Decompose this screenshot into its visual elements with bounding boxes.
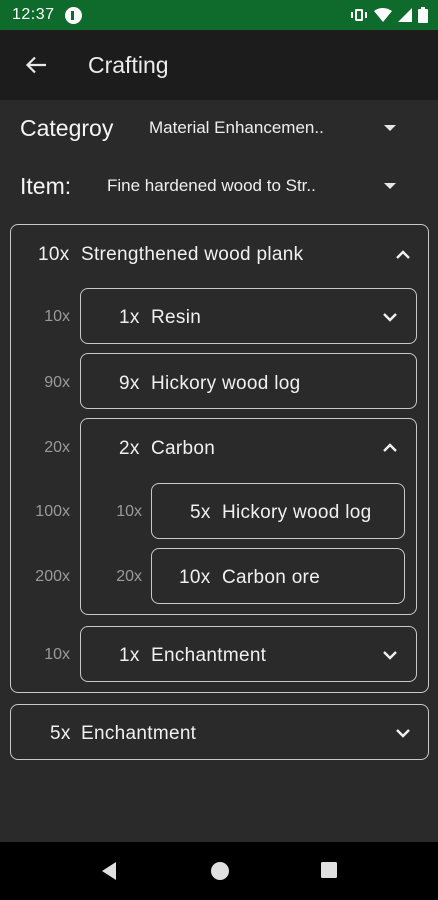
wifi-icon: [374, 8, 392, 22]
chevron-up-icon: [396, 250, 410, 259]
arrow-left-icon: [25, 56, 46, 74]
ingredient-quantity: 5x: [190, 502, 211, 523]
chevron-down-icon: [383, 651, 397, 660]
chevron-up-icon: [383, 443, 397, 452]
item-value: Fine hardened wood to Str..: [107, 176, 316, 195]
main-content: Categroy Material Enhancemen.. Item: Fin…: [0, 100, 438, 842]
back-triangle-icon[interactable]: [100, 861, 118, 881]
item-dropdown[interactable]: Fine hardened wood to Str..: [98, 158, 408, 214]
category-dropdown[interactable]: Material Enhancemen..: [140, 100, 408, 156]
recents-square-icon[interactable]: [320, 861, 338, 879]
category-value: Material Enhancemen..: [149, 118, 324, 137]
system-navigation-bar: [0, 842, 438, 900]
cell-signal-icon: [398, 8, 412, 22]
chevron-down-icon: [396, 729, 410, 738]
recipe-header[interactable]: 10x Strengthened wood plank: [11, 225, 427, 281]
recipe-quantity: 5x: [50, 723, 71, 744]
dropdown-arrow-icon: [384, 125, 396, 131]
home-circle-icon[interactable]: [210, 861, 230, 881]
total-multiplier: 10x: [44, 646, 70, 663]
ingredient-card-resin[interactable]: 1x Resin: [80, 288, 417, 344]
ingredient-quantity: 9x: [119, 373, 140, 394]
ingredient-quantity: 10x: [179, 567, 211, 588]
ingredient-name: Hickory wood log: [222, 502, 372, 523]
ingredient-quantity: 1x: [119, 645, 140, 666]
status-bar: 12:37: [0, 0, 438, 30]
sub-ingredient-card-hickory-wood-log: 5x Hickory wood log: [151, 483, 405, 539]
ingredient-header-carbon[interactable]: 2x Carbon: [81, 419, 415, 475]
battery-icon: [418, 7, 428, 23]
app-bar: Crafting: [0, 30, 438, 100]
sub-multiplier: 10x: [116, 503, 142, 520]
category-label: Categroy: [20, 114, 114, 141]
item-row: Item: Fine hardened wood to Str..: [0, 158, 438, 214]
total-multiplier: 20x: [44, 439, 70, 456]
ingredient-quantity: 1x: [119, 307, 140, 328]
item-label: Item:: [20, 172, 72, 199]
recipe-quantity: 10x: [38, 244, 70, 265]
ingredient-card-enchantment[interactable]: 1x Enchantment: [80, 626, 417, 682]
recipe-card-enchantment[interactable]: 5x Enchantment: [10, 704, 429, 760]
status-icons: [350, 7, 428, 23]
ingredient-quantity: 2x: [119, 438, 140, 459]
ingredient-name: Carbon: [151, 438, 216, 459]
dropdown-arrow-icon: [384, 183, 396, 189]
status-time: 12:37: [12, 6, 55, 23]
back-button[interactable]: [16, 45, 56, 85]
total-multiplier: 10x: [44, 308, 70, 325]
ingredient-name: Enchantment: [151, 645, 267, 666]
total-multiplier: 90x: [44, 374, 70, 391]
recipe-name: Enchantment: [81, 723, 197, 744]
category-row: Categroy Material Enhancemen..: [0, 100, 438, 156]
ingredient-name: Carbon ore: [222, 567, 321, 588]
ingredient-card-hickory-wood-log: 9x Hickory wood log: [80, 353, 417, 409]
recipe-name: Strengthened wood plank: [81, 244, 304, 265]
page-title: Crafting: [88, 51, 169, 78]
chevron-down-icon: [383, 313, 397, 322]
sub-multiplier: 20x: [116, 568, 142, 585]
total-multiplier: 100x: [35, 503, 70, 520]
ingredient-name: Resin: [151, 307, 202, 328]
vibrate-icon: [351, 9, 367, 21]
total-multiplier: 200x: [35, 568, 70, 585]
app-notification-icon: [64, 6, 82, 24]
sub-ingredient-card-carbon-ore: 10x Carbon ore: [151, 548, 405, 604]
ingredient-name: Hickory wood log: [151, 373, 301, 394]
